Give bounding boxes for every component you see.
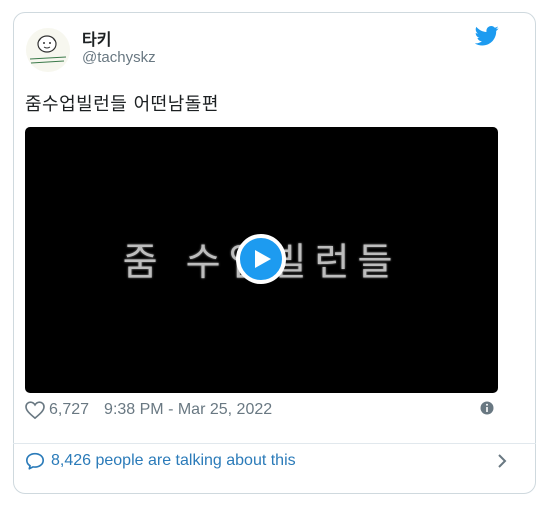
user-handle[interactable]: @tachyskz — [82, 49, 156, 66]
twitter-bird-icon[interactable] — [475, 26, 499, 46]
conversation-link[interactable]: 8,426 people are talking about this — [25, 449, 511, 473]
heart-icon[interactable] — [25, 401, 45, 419]
video-player[interactable]: 줌 수업빌런들 — [25, 127, 498, 393]
play-button[interactable] — [236, 234, 286, 284]
avatar[interactable] — [26, 28, 70, 72]
speech-bubble-icon — [26, 452, 44, 470]
avatar-drawing-icon — [26, 28, 70, 72]
like-count[interactable]: 6,727 — [49, 401, 89, 419]
tweet-text: 줌수업빌런들 어떤남돌편 — [25, 94, 219, 115]
tweet-timestamp[interactable]: 9:38 PM - Mar 25, 2022 — [104, 401, 272, 419]
play-icon — [255, 250, 271, 268]
info-icon[interactable] — [480, 401, 494, 415]
divider — [13, 443, 536, 444]
chevron-right-icon[interactable] — [497, 453, 507, 469]
conversation-text: 8,426 people are talking about this — [51, 452, 296, 469]
display-name[interactable]: 타키 — [82, 26, 111, 50]
tweet-meta: 6,727 9:38 PM - Mar 25, 2022 — [25, 400, 272, 420]
